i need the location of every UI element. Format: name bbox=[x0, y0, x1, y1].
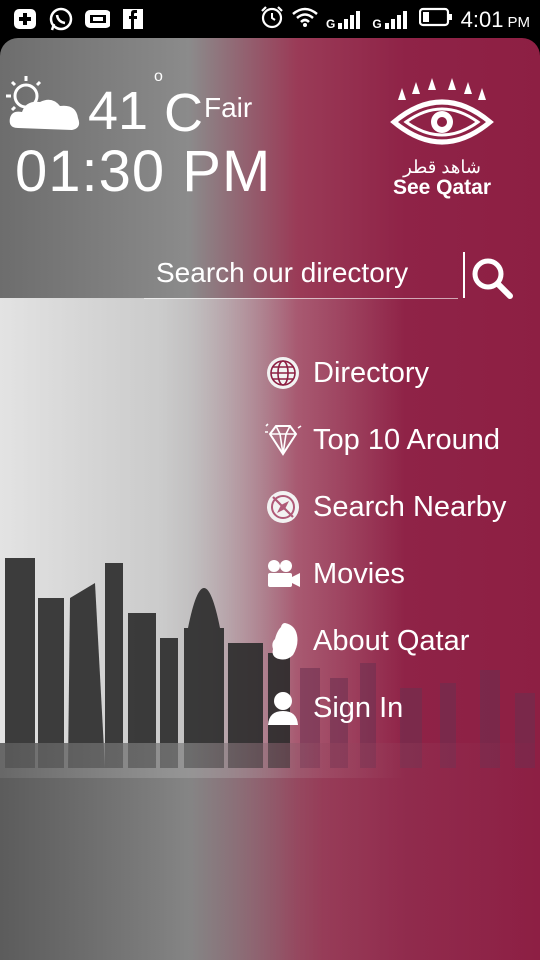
degree-symbol: o bbox=[154, 68, 163, 85]
app-screen: 41 o C Fair 01:30 PM شاهد قطر See Qatar bbox=[0, 38, 540, 960]
diamond-icon bbox=[262, 420, 304, 460]
user-icon bbox=[262, 688, 304, 728]
logo-arabic-text: شاهد قطر bbox=[403, 157, 481, 177]
search-field[interactable] bbox=[144, 248, 470, 299]
camera-icon bbox=[262, 554, 304, 594]
eye-logo-icon bbox=[390, 78, 494, 145]
menu-item-label: Sign In bbox=[313, 691, 404, 724]
temperature-value: 41 bbox=[88, 81, 149, 141]
status-bar: G G 4:01 PM bbox=[0, 0, 540, 38]
search-divider bbox=[463, 252, 465, 298]
menu-item-label: Directory bbox=[313, 356, 430, 389]
weather-condition: Fair bbox=[204, 92, 253, 123]
see-qatar-logo: شاهد قطر See Qatar bbox=[386, 78, 498, 200]
current-time: 01:30 PM bbox=[15, 139, 272, 204]
mobile-icon bbox=[84, 6, 110, 32]
water-reflection bbox=[0, 743, 540, 960]
logo-latin-text: See Qatar bbox=[392, 176, 492, 199]
menu-item-top-10-around[interactable]: Top 10 Around bbox=[262, 415, 500, 465]
search-input[interactable] bbox=[144, 248, 470, 298]
menu-item-label: Movies bbox=[313, 557, 405, 590]
wifi-icon bbox=[292, 6, 318, 33]
partly-cloudy-icon bbox=[4, 74, 84, 143]
search-button[interactable] bbox=[470, 256, 514, 300]
globe-icon bbox=[262, 353, 304, 393]
menu-item-about-qatar[interactable]: About Qatar bbox=[262, 616, 469, 666]
qatar-map-icon bbox=[262, 621, 304, 661]
status-notifications bbox=[12, 6, 146, 32]
facebook-icon bbox=[120, 6, 146, 32]
menu-item-sign-in[interactable]: Sign In bbox=[262, 683, 403, 733]
status-system: G G 4:01 PM bbox=[260, 5, 530, 34]
menu-item-search-nearby[interactable]: Search Nearby bbox=[262, 482, 506, 532]
whatsapp-icon bbox=[48, 6, 74, 32]
compass-icon bbox=[262, 487, 304, 527]
signal-icon: G bbox=[372, 9, 410, 31]
alarm-icon bbox=[260, 5, 284, 34]
search-icon bbox=[472, 258, 513, 299]
signal-icon: G bbox=[326, 9, 364, 31]
menu-item-label: Top 10 Around bbox=[313, 423, 501, 456]
menu-item-label: About Qatar bbox=[313, 624, 470, 657]
menu-item-label: Search Nearby bbox=[313, 490, 507, 523]
add-icon bbox=[12, 6, 38, 32]
menu-item-movies[interactable]: Movies bbox=[262, 549, 405, 599]
menu-item-directory[interactable]: Directory bbox=[262, 348, 429, 398]
status-time: 4:01 PM bbox=[460, 6, 530, 32]
temperature-unit: C bbox=[164, 83, 203, 143]
battery-icon bbox=[418, 6, 453, 33]
